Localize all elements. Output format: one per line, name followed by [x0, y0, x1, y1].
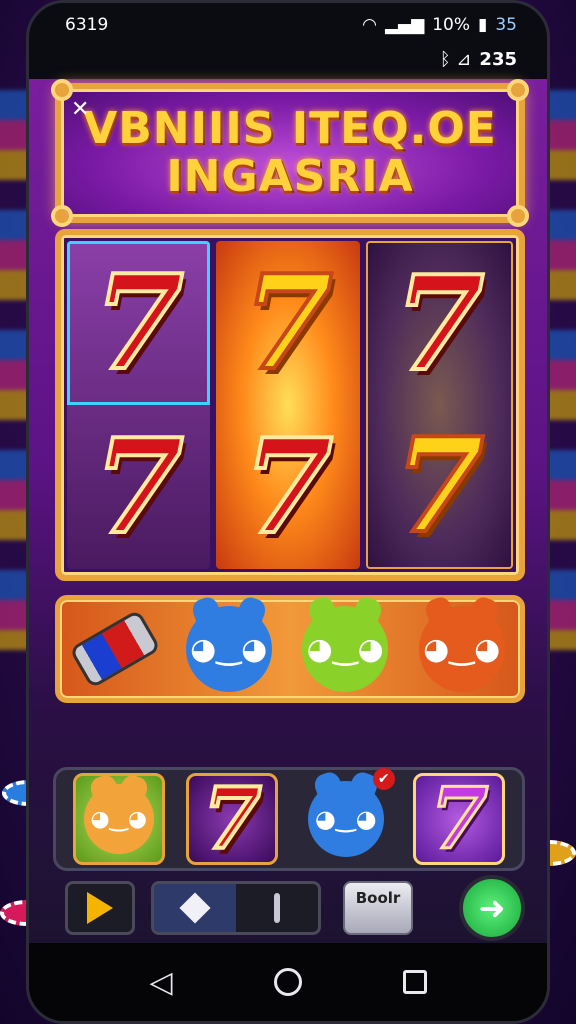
bluetooth-icon: ᛒ ⊿ — [439, 49, 472, 70]
secondary-status: ᛒ ⊿ 235 — [440, 49, 517, 70]
title-line-1: VBNIIIS ITEQ.OE — [83, 103, 497, 154]
ornament-icon — [507, 79, 529, 101]
seven-symbol-icon: 7 — [429, 769, 490, 868]
play-button[interactable] — [65, 881, 135, 935]
gold-cat-icon: ◕‿◕ — [83, 772, 154, 854]
orange-bear-icon: ◕‿◕ — [418, 594, 505, 692]
seven-symbol-icon: 7 — [201, 769, 263, 868]
reel-cell[interactable]: 7 — [67, 405, 210, 569]
bet-selector[interactable] — [151, 881, 321, 935]
check-badge-icon: ✔ — [372, 768, 395, 790]
title-banner: ✕ VBNIIIS ITEQ.OE INGASRIA — [51, 79, 529, 227]
blue-cat-icon: ◕‿◕ — [307, 769, 384, 857]
android-nav-bar: ◁ — [29, 943, 547, 1021]
score-button[interactable]: Boolr — [343, 881, 413, 935]
seven-symbol-icon: 7 — [241, 246, 335, 399]
spin-button[interactable]: ➜ — [459, 875, 525, 941]
bet-option-bar[interactable] — [236, 884, 318, 932]
title-line-2: INGASRIA — [166, 151, 414, 202]
battery-can-icon — [69, 609, 162, 689]
close-icon[interactable]: ✕ — [71, 97, 89, 122]
tray-item-gold-cat[interactable]: ◕‿◕ — [72, 772, 165, 865]
status-bar: 6319 ◠ ▂▄▆ 10% ▮ 35 — [29, 3, 547, 47]
tray-item-seven[interactable]: 7 — [186, 769, 279, 868]
green-cat-icon: ◕‿◕ — [302, 594, 389, 692]
arrow-right-icon: ➜ — [478, 889, 506, 927]
reel-3[interactable]: 7 7 — [365, 241, 513, 569]
bonus-strip: ◕‿◕ ◕‿◕ ◕‿◕ — [55, 594, 525, 703]
diamond-icon — [179, 892, 211, 924]
play-icon — [87, 892, 113, 924]
seven-symbol-icon: 7 — [241, 410, 335, 563]
reel-cell[interactable]: 7 — [216, 405, 359, 569]
back-icon[interactable]: ◁ — [149, 965, 172, 1000]
bar-icon — [274, 893, 280, 923]
battery-label: 10% — [432, 15, 470, 35]
reel-cell-selected[interactable]: 7 — [67, 241, 211, 405]
wifi-icon: ◠ — [362, 15, 377, 35]
game-screen: ✕ VBNIIIS ITEQ.OE INGASRIA 7 7 7 7 7 7 ◕… — [29, 79, 547, 947]
tray-item-blue-cat[interactable]: ◕‿◕ ✔ — [300, 768, 395, 865]
reel-cell[interactable]: 7 — [368, 405, 511, 567]
signal-value: 35 — [495, 15, 517, 35]
seven-symbol-icon: 7 — [91, 410, 185, 563]
reel-cell[interactable]: 7 — [216, 241, 359, 405]
status-time: 6319 — [65, 15, 109, 35]
battery-icon: ▮ — [478, 15, 488, 35]
recent-apps-icon[interactable] — [402, 970, 427, 994]
signal-icon: ▂▄▆ — [384, 15, 425, 35]
tray-item-purple-seven[interactable]: 7 — [413, 769, 506, 868]
ornament-icon — [507, 205, 529, 227]
reel-1[interactable]: 7 7 — [67, 241, 211, 569]
seven-symbol-icon: 7 — [91, 246, 185, 399]
ornament-icon — [51, 205, 73, 227]
bet-option-diamond[interactable] — [154, 884, 236, 932]
control-bar: Boolr ➜ — [65, 875, 525, 941]
seven-symbol-icon: 7 — [392, 247, 486, 400]
reel-cell[interactable]: 7 — [368, 243, 511, 405]
reel-2[interactable]: 7 7 — [216, 241, 360, 569]
blue-cat-icon: ◕‿◕ — [185, 594, 272, 692]
home-icon[interactable] — [273, 968, 302, 996]
reel-window[interactable]: 7 7 7 7 7 7 — [55, 229, 525, 581]
ornament-icon — [51, 79, 73, 101]
phone-frame: 6319 ◠ ▂▄▆ 10% ▮ 35 ᛒ ⊿ 235 ✕ VBNIIIS IT… — [26, 0, 550, 1024]
status-right: ◠ ▂▄▆ 10% ▮ 35 — [362, 15, 517, 35]
item-tray: ◕‿◕ 7 ◕‿◕ ✔ 7 — [53, 767, 525, 871]
secondary-value: 235 — [479, 49, 517, 70]
seven-symbol-icon: 7 — [392, 409, 486, 562]
